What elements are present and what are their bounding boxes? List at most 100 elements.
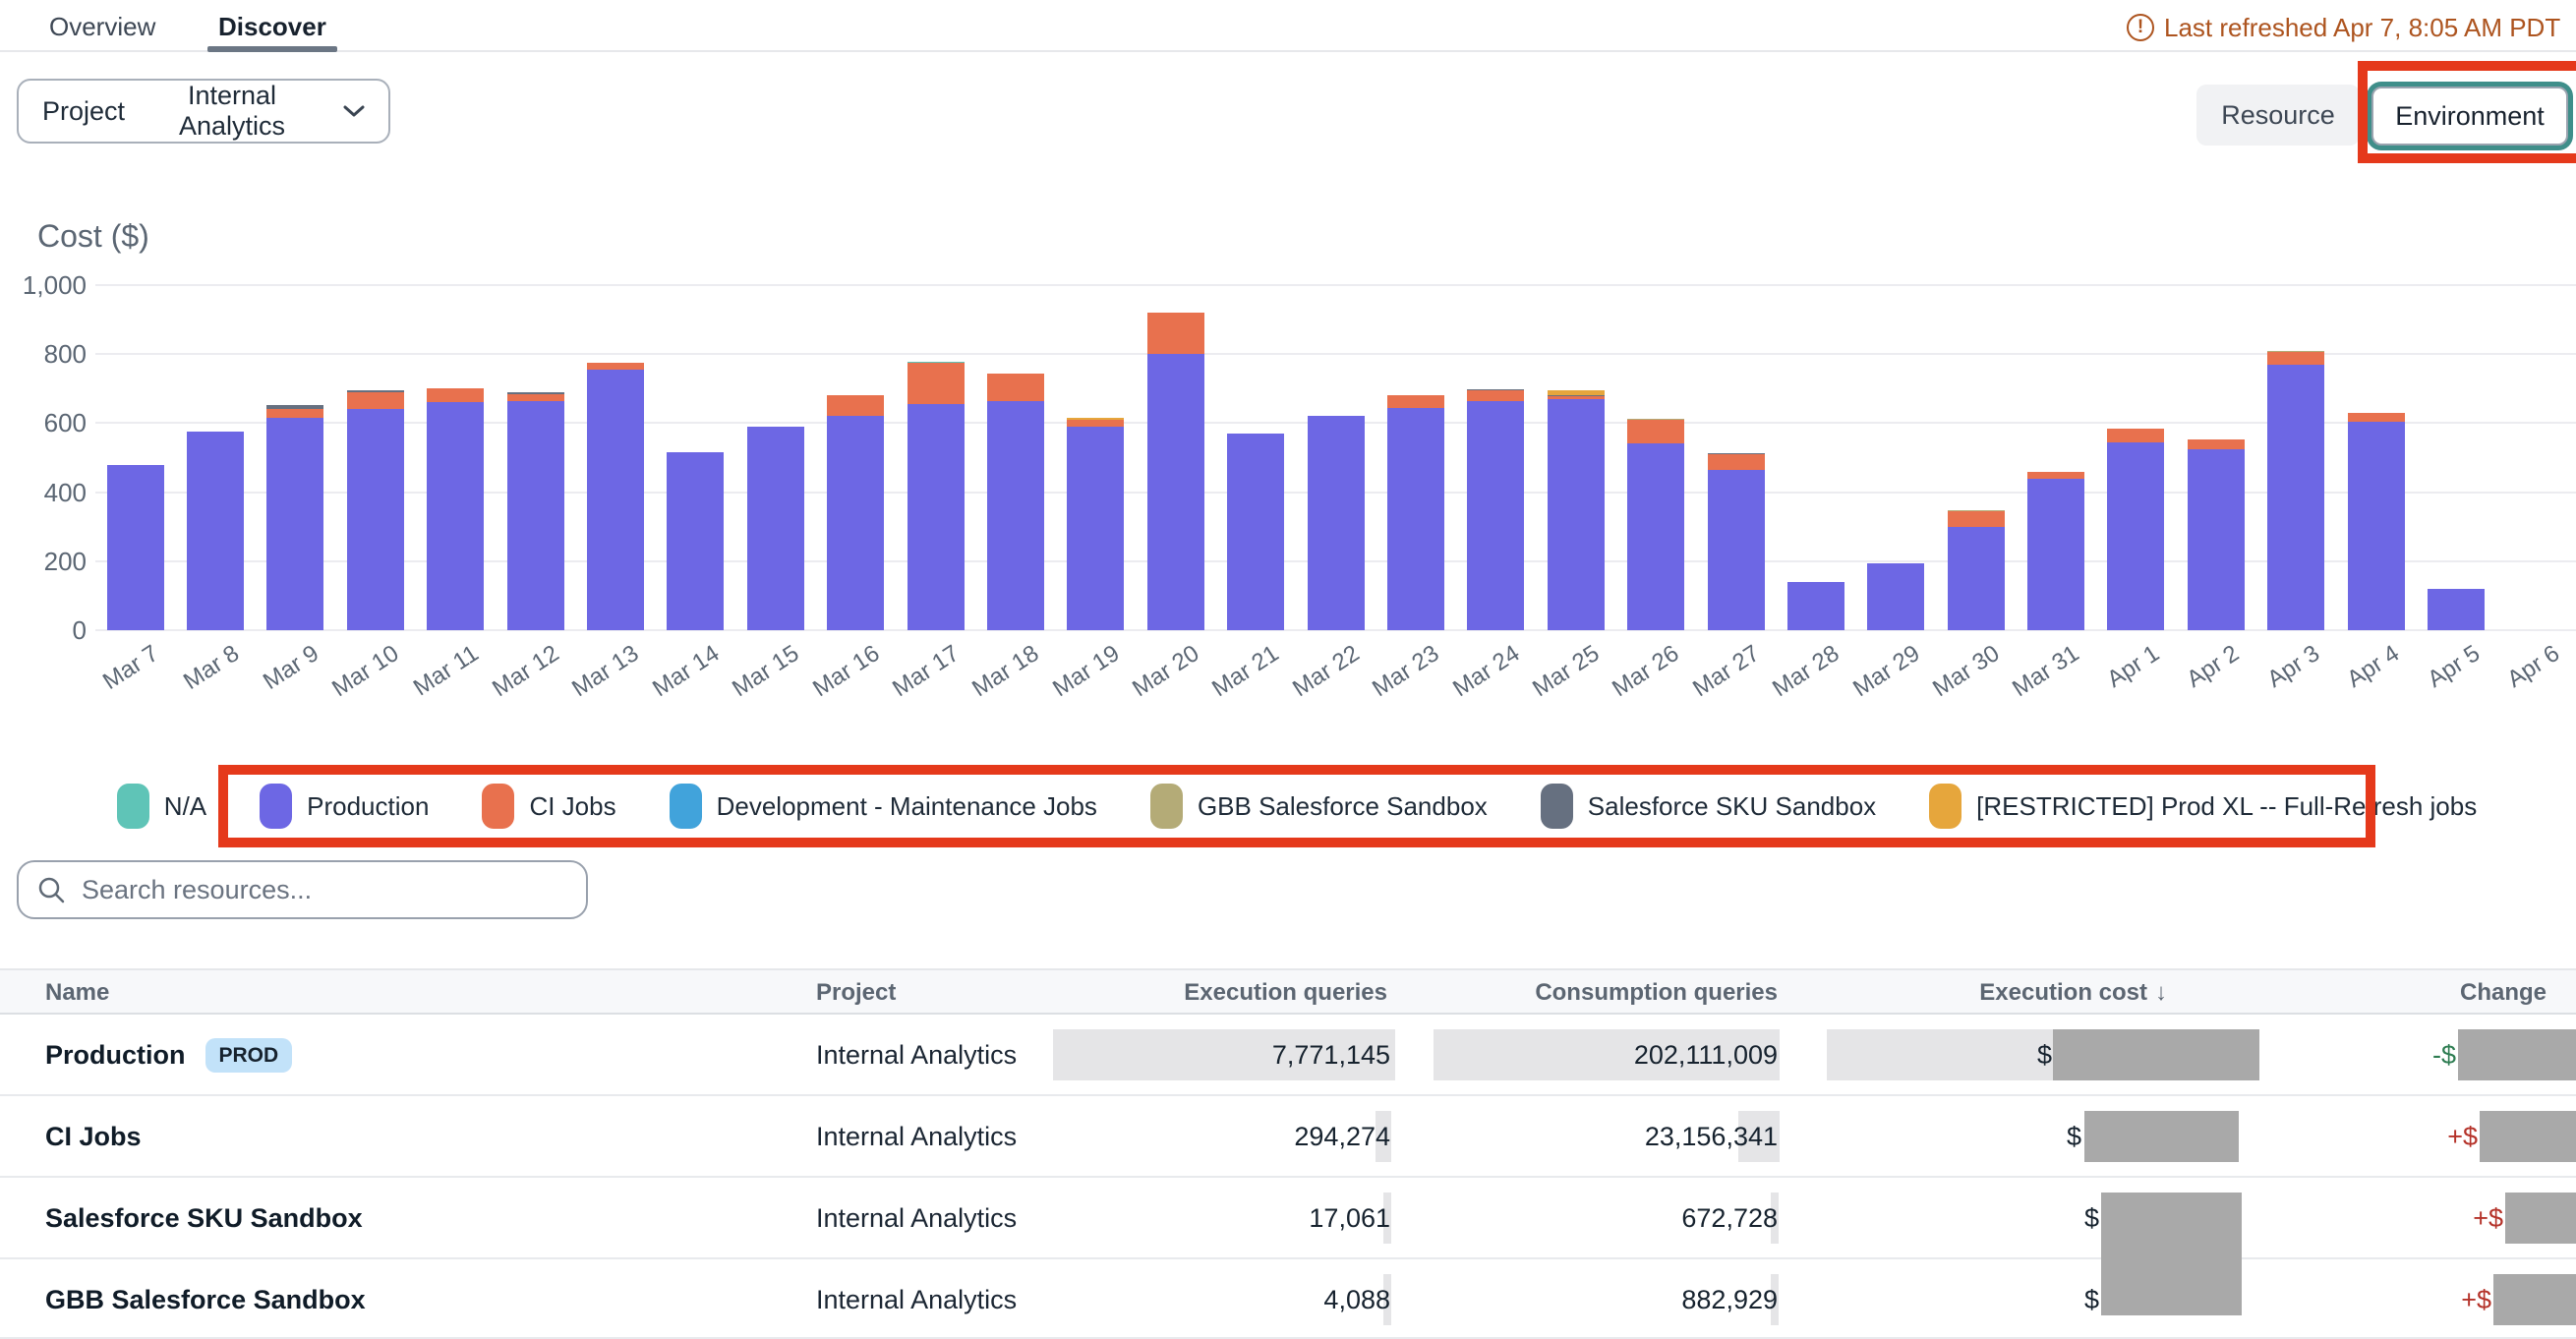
redacted-value (2480, 1111, 2576, 1162)
bar-slot[interactable]: Mar 23 (1376, 285, 1455, 630)
bar-slot[interactable]: Apr 4 (2336, 285, 2416, 630)
legend-item[interactable]: GBB Salesforce Sandbox (1150, 784, 1488, 829)
x-axis-tick-label: Mar 24 (1448, 640, 1525, 703)
stacked-bar (1308, 285, 1365, 630)
x-axis-tick-label: Mar 7 (98, 640, 164, 696)
bar-slot[interactable]: Apr 3 (2256, 285, 2336, 630)
bar-slot[interactable]: Mar 9 (256, 285, 335, 630)
column-header-name[interactable]: Name (45, 970, 109, 1015)
bar-segment (1548, 399, 1605, 630)
legend-item[interactable]: Salesforce SKU Sandbox (1541, 784, 1876, 829)
change-value: +$ (2473, 1178, 2503, 1259)
x-axis-tick-label: Mar 22 (1288, 640, 1365, 703)
legend-label: CI Jobs (529, 791, 615, 822)
bar-slot[interactable]: Mar 29 (1856, 285, 1936, 630)
legend-item[interactable]: N/A (117, 784, 206, 829)
y-axis-tick-label: 1,000 (0, 270, 87, 300)
bar-slot[interactable]: Mar 15 (735, 285, 815, 630)
bar-slot[interactable]: Apr 6 (2496, 285, 2576, 630)
bar-slot[interactable]: Mar 8 (175, 285, 255, 630)
bar-segment (107, 465, 164, 630)
last-refreshed-status: ! Last refreshed Apr 7, 8:05 AM PDT (2127, 8, 2560, 47)
x-axis-tick-label: Apr 5 (2423, 640, 2485, 694)
stacked-bar (907, 285, 965, 630)
stacked-bar (427, 285, 484, 630)
bar-slot[interactable]: Mar 12 (496, 285, 575, 630)
bar-slot[interactable]: Mar 26 (1615, 285, 1695, 630)
chart-plot: Mar 7Mar 8Mar 9Mar 10Mar 11Mar 12Mar 13M… (95, 285, 2576, 630)
bar-slot[interactable]: Mar 16 (816, 285, 896, 630)
column-header-consumption-queries[interactable]: Consumption queries (1535, 970, 1778, 1015)
bar-slot[interactable]: Mar 19 (1056, 285, 1136, 630)
execution-cost-value: $ (2037, 1015, 2052, 1096)
x-axis-tick-label: Mar 9 (259, 640, 324, 696)
x-axis-tick-label: Mar 12 (488, 640, 564, 703)
stacked-bar (2188, 285, 2245, 630)
bar-slot[interactable]: Mar 22 (1296, 285, 1376, 630)
project-filter-dropdown[interactable]: Project Internal Analytics (17, 79, 390, 144)
bar-slot[interactable]: Mar 25 (1536, 285, 1615, 630)
bar-slot[interactable]: Mar 21 (1215, 285, 1295, 630)
bar-segment (2348, 413, 2405, 422)
stacked-bar (507, 285, 564, 630)
bar-slot[interactable]: Mar 24 (1456, 285, 1536, 630)
bar-slot[interactable]: Mar 7 (95, 285, 175, 630)
column-header-execution-cost[interactable]: Execution cost↓ (1979, 970, 2167, 1015)
bar-slot[interactable]: Mar 18 (975, 285, 1055, 630)
bar-slot[interactable]: Apr 5 (2416, 285, 2495, 630)
x-axis-tick-label: Mar 20 (1128, 640, 1204, 703)
stacked-bar (347, 285, 404, 630)
search-input[interactable] (82, 875, 568, 905)
column-header-change[interactable]: Change (2460, 970, 2547, 1015)
x-axis-tick-label: Mar 25 (1528, 640, 1605, 703)
tab-discover[interactable]: Discover (218, 8, 326, 45)
column-header-project[interactable]: Project (816, 970, 896, 1015)
x-axis-tick-label: Mar 19 (1048, 640, 1125, 703)
bar-slot[interactable]: Mar 14 (656, 285, 735, 630)
toggle-environment-button[interactable]: Environment (2371, 87, 2568, 146)
resources-table: Name Project Execution queries Consumpti… (0, 968, 2576, 1339)
bar-slot[interactable]: Mar 17 (896, 285, 975, 630)
bar-segment (987, 401, 1044, 630)
stacked-bar (2027, 285, 2084, 630)
change-value: +$ (2447, 1096, 2478, 1178)
toggle-resource-button[interactable]: Resource (2196, 85, 2360, 146)
x-axis-tick-label: Apr 3 (2262, 640, 2324, 694)
change-value: -$ (2432, 1015, 2456, 1096)
bar-segment (266, 409, 323, 418)
redacted-value (2505, 1193, 2576, 1244)
bar-segment (2027, 479, 2084, 630)
bar-slot[interactable]: Mar 10 (335, 285, 415, 630)
bar-segment (2107, 442, 2164, 630)
column-header-execution-queries[interactable]: Execution queries (1184, 970, 1387, 1015)
bar-slot[interactable]: Mar 11 (416, 285, 496, 630)
stacked-bar (2428, 285, 2485, 630)
tab-overview[interactable]: Overview (49, 8, 155, 45)
legend-swatch-icon (1150, 784, 1183, 829)
bar-slot[interactable]: Mar 20 (1136, 285, 1215, 630)
bar-slot[interactable]: Mar 13 (575, 285, 655, 630)
stacked-bar (2267, 285, 2324, 630)
x-axis-tick-label: Mar 10 (327, 640, 404, 703)
legend-item[interactable]: [RESTRICTED] Prod XL -- Full-Refresh job… (1929, 784, 2477, 829)
bar-slot[interactable]: Mar 28 (1776, 285, 1855, 630)
bar-slot[interactable]: Apr 2 (2176, 285, 2255, 630)
bar-segment (2267, 352, 2324, 364)
chevron-down-icon (343, 104, 365, 118)
legend-swatch-icon (482, 784, 514, 829)
bar-segment (667, 452, 724, 630)
bar-slot[interactable]: Mar 27 (1696, 285, 1776, 630)
bar-segment (2027, 472, 2084, 479)
bar-segment (1227, 434, 1284, 630)
legend-item[interactable]: Development - Maintenance Jobs (670, 784, 1097, 829)
bar-segment (2188, 449, 2245, 630)
bar-slot[interactable]: Mar 30 (1936, 285, 2016, 630)
bar-segment (987, 374, 1044, 401)
bar-slot[interactable]: Mar 31 (2016, 285, 2095, 630)
legend-item[interactable]: CI Jobs (482, 784, 615, 829)
x-axis-tick-label: Mar 26 (1608, 640, 1684, 703)
bar-slot[interactable]: Apr 1 (2096, 285, 2176, 630)
legend-item[interactable]: Production (260, 784, 429, 829)
bar-segment (1387, 395, 1444, 407)
x-axis-tick-label: Apr 1 (2102, 640, 2164, 694)
